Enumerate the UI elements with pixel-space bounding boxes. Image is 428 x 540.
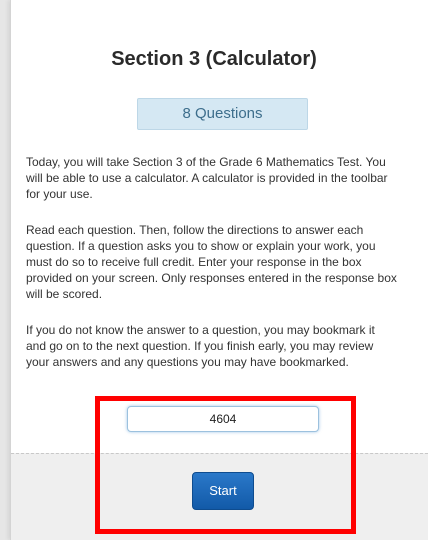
code-input[interactable]	[127, 406, 319, 432]
instructions-paragraph-2: Read each question. Then, follow the dir…	[26, 223, 397, 301]
questions-count-badge: 8 Questions	[137, 98, 308, 130]
start-button[interactable]: Start	[192, 472, 254, 510]
section-title: Section 3 (Calculator)	[111, 48, 317, 70]
instructions-paragraph-3: If you do not know the answer to a quest…	[26, 323, 375, 369]
instructions-paragraph-1: Today, you will take Section 3 of the Gr…	[26, 155, 388, 201]
